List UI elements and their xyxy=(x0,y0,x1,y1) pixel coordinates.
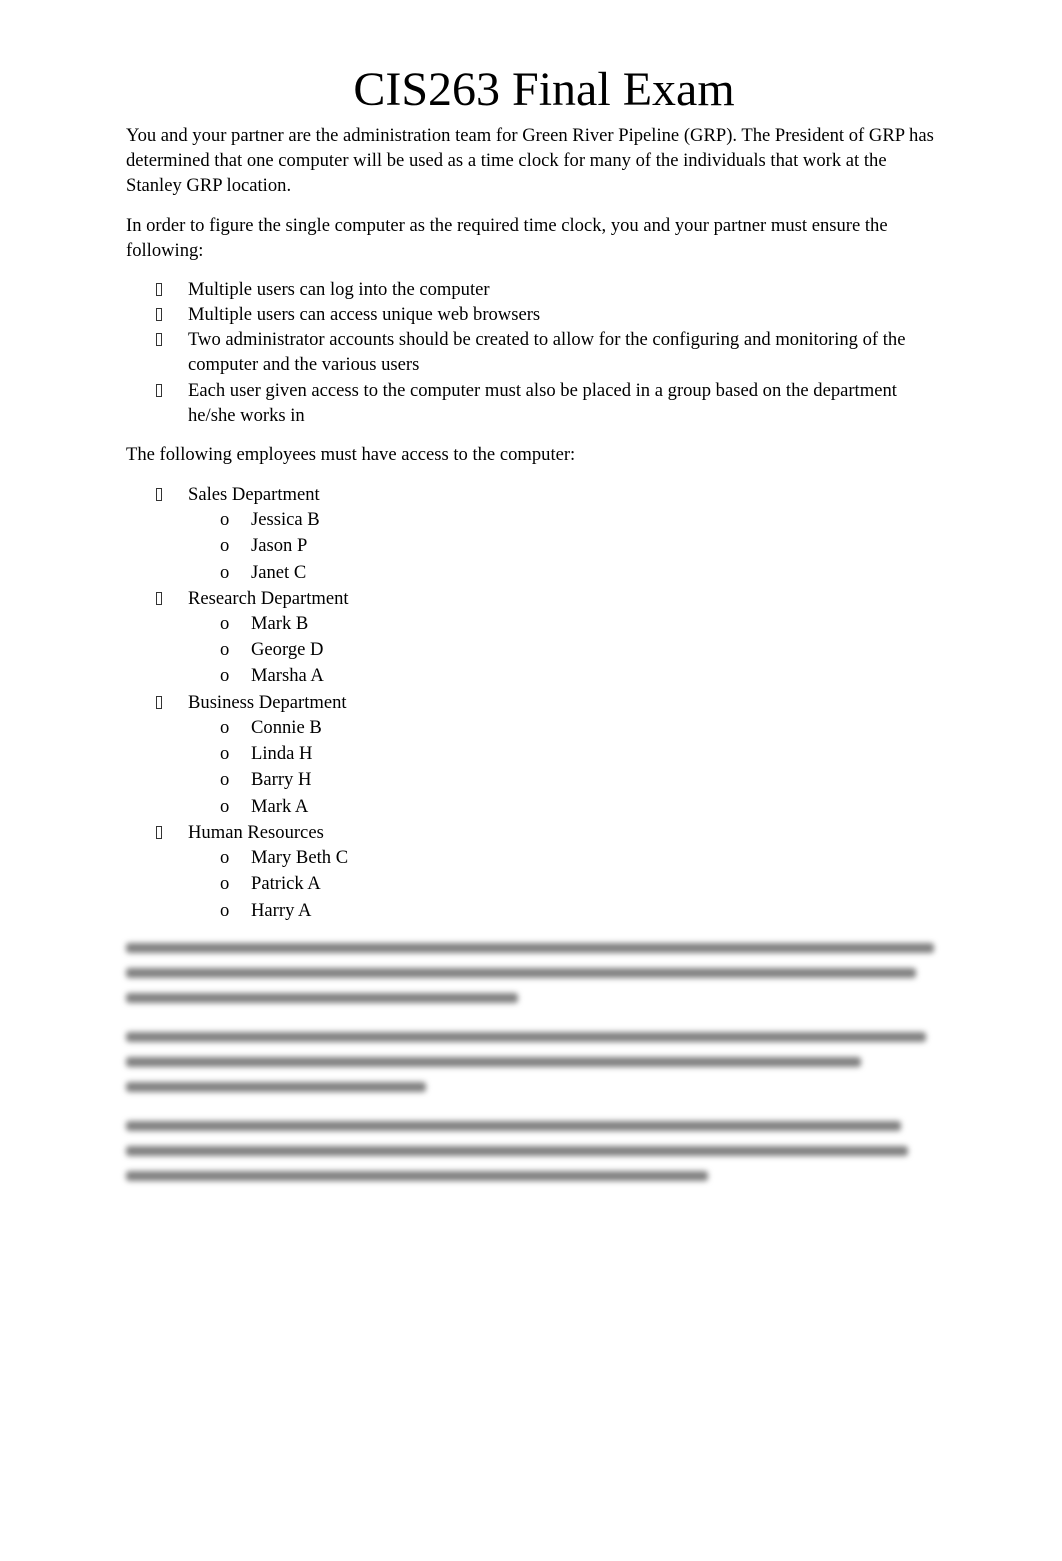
employee-list: o Connie B o Linda H o Barry H o Mark A xyxy=(188,715,726,820)
employee-item: o Barry H xyxy=(188,767,726,793)
requirements-intro: In order to figure the single computer a… xyxy=(126,215,888,261)
department-name: Business Department xyxy=(188,691,347,713)
requirement-item: Multiple users can log into the computer xyxy=(126,277,936,302)
employee-item: o Mark B xyxy=(188,611,726,637)
employee-item: o Linda H xyxy=(188,741,726,767)
sub-bullet-icon: o xyxy=(220,612,230,634)
department-item: Business Department o Connie B o Linda H o… xyxy=(126,690,726,820)
bullet-icon xyxy=(156,283,162,296)
sub-bullet-icon: o xyxy=(220,899,230,921)
sub-bullet-icon: o xyxy=(220,846,230,868)
bullet-icon xyxy=(156,591,162,605)
department-item: Sales Department o Jessica B o Jason P o Ja… xyxy=(126,482,726,586)
requirements-list: Multiple users can log into the computer… xyxy=(126,277,936,428)
employee-item: o Janet C xyxy=(188,560,726,586)
sub-bullet-icon: o xyxy=(220,716,230,738)
sub-bullet-icon: o xyxy=(220,509,230,530)
sub-bullet-icon: o xyxy=(220,535,230,557)
employee-item: o Harry A xyxy=(188,898,726,924)
bullet-icon xyxy=(156,488,162,501)
sub-bullet-icon: o xyxy=(220,743,230,765)
bullet-icon xyxy=(156,695,162,709)
sub-bullet-icon: o xyxy=(220,561,230,583)
employee-item: o George D xyxy=(188,637,726,663)
blurred-paragraph xyxy=(126,1113,941,1188)
blurred-content xyxy=(126,935,941,1202)
department-item: Research Department o Mark B o George D oM… xyxy=(126,586,726,690)
bullet-icon xyxy=(156,333,162,346)
bullet-icon xyxy=(156,825,162,839)
department-name: Human Resources xyxy=(188,821,324,843)
sub-bullet-icon: o xyxy=(220,665,230,687)
requirement-item: Each user given access to the computer m… xyxy=(126,378,936,428)
sub-bullet-icon: o xyxy=(220,795,230,817)
employee-item: o Connie B xyxy=(188,715,726,741)
employee-list: o Jessica B o Jason P o Janet C xyxy=(188,507,726,586)
employee-list: o Mark B o George D o Marsha A xyxy=(188,611,726,690)
sub-bullet-icon: o xyxy=(220,769,230,791)
employee-item: o Patrick A xyxy=(188,871,726,897)
employee-list: o Mary Beth C o Patrick A o Harry A xyxy=(188,845,726,924)
employees-intro: The following employees must have access… xyxy=(126,444,576,465)
employee-item: o Jessica B xyxy=(188,507,726,533)
employee-item: o Jason P xyxy=(188,533,726,559)
department-name: Research Department xyxy=(188,587,349,609)
intro-paragraph: You and your partner are the administrat… xyxy=(126,125,934,196)
employee-item: o Mark A xyxy=(188,794,726,820)
employee-item: o Marsha A xyxy=(188,663,726,689)
department-name: Sales Department xyxy=(188,484,320,505)
bullet-icon xyxy=(156,384,162,397)
requirement-item: Two administrator accounts should be cre… xyxy=(126,327,936,377)
bullet-icon xyxy=(156,308,162,321)
sub-bullet-icon: o xyxy=(220,873,230,895)
document-title: CIS263 Final Exam xyxy=(353,63,735,116)
department-item: Human Resources o Mary Beth C o Patrick A … xyxy=(126,820,726,924)
blurred-paragraph xyxy=(126,935,941,1010)
requirement-item: Multiple users can access unique web bro… xyxy=(126,302,936,327)
sub-bullet-icon: o xyxy=(220,639,230,661)
blurred-paragraph xyxy=(126,1024,941,1099)
employee-item: o Mary Beth C xyxy=(188,845,726,871)
departments-list: Sales Department o Jessica B o Jason P o Ja… xyxy=(126,482,726,924)
